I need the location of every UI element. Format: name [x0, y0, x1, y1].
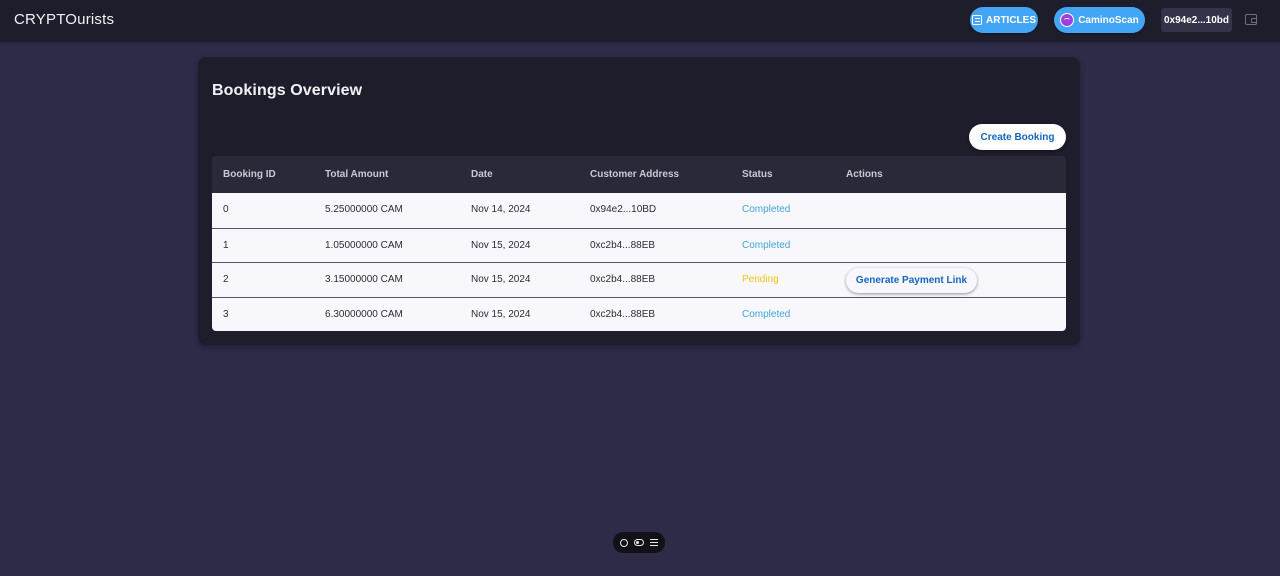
booking-id-cell: 2	[223, 274, 229, 285]
customer-address-cell: 0xc2b4...88EB	[590, 239, 656, 251]
articles-button[interactable]: ARTICLES	[970, 7, 1038, 33]
app-brand[interactable]: CRYPTOurists	[14, 11, 114, 28]
camino-logo-icon	[1060, 13, 1075, 27]
menu-icon[interactable]	[650, 539, 658, 546]
bookings-card: Bookings Overview Create Booking Booking…	[198, 57, 1080, 345]
date-cell: Nov 15, 2024	[471, 239, 531, 251]
table-row: 0 5.25000000 CAM Nov 14, 2024 0x94e2...1…	[212, 193, 1066, 228]
top-navbar: CRYPTOurists ARTICLES CaminoScan 0x94e2.…	[0, 0, 1280, 41]
status-badge: Completed	[742, 308, 791, 320]
table-row: 3 6.30000000 CAM Nov 15, 2024 0xc2b4...8…	[212, 296, 1066, 331]
page-title: Bookings Overview	[212, 82, 363, 99]
total-amount-cell: 6.30000000 CAM	[325, 308, 403, 320]
customer-address-cell: 0xc2b4...88EB	[590, 308, 656, 320]
column-header-customer-address: Customer Address	[590, 169, 680, 180]
table-row: 2 3.15000000 CAM Nov 15, 2024 0xc2b4...8…	[212, 262, 1066, 297]
create-booking-button[interactable]: Create Booking	[969, 124, 1066, 150]
column-header-actions: Actions	[846, 169, 883, 180]
customer-address-cell: 0x94e2...10BD	[590, 204, 657, 215]
floating-toolbar	[613, 532, 665, 553]
wallet-address-button[interactable]: 0x94e2...10bd	[1161, 8, 1232, 32]
articles-label: ARTICLES	[986, 14, 1036, 26]
column-header-booking-id: Booking ID	[223, 169, 276, 180]
booking-id-cell: 1	[223, 239, 229, 251]
status-badge: Completed	[742, 239, 791, 251]
caminoscan-label: CaminoScan	[1078, 14, 1139, 26]
caminoscan-button[interactable]: CaminoScan	[1054, 7, 1145, 33]
wallet-icon[interactable]	[1245, 14, 1257, 25]
total-amount-cell: 3.15000000 CAM	[325, 274, 403, 285]
date-cell: Nov 15, 2024	[471, 274, 531, 285]
customer-address-cell: 0xc2b4...88EB	[590, 274, 656, 285]
column-header-date: Date	[471, 169, 493, 180]
column-header-total-amount: Total Amount	[325, 169, 389, 180]
column-header-status: Status	[742, 169, 773, 180]
generate-payment-link-button[interactable]: Generate Payment Link	[846, 268, 977, 293]
chat-icon[interactable]	[620, 538, 628, 547]
booking-id-cell: 0	[223, 204, 229, 215]
toggle-icon[interactable]	[634, 539, 644, 546]
total-amount-cell: 1.05000000 CAM	[325, 239, 403, 251]
date-cell: Nov 15, 2024	[471, 308, 531, 320]
newspaper-icon	[972, 15, 982, 25]
table-header: Booking ID Total Amount Date Customer Ad…	[212, 156, 1066, 193]
booking-id-cell: 3	[223, 308, 229, 320]
date-cell: Nov 14, 2024	[471, 204, 531, 215]
total-amount-cell: 5.25000000 CAM	[325, 204, 403, 215]
status-badge: Pending	[742, 274, 779, 285]
bookings-table: Booking ID Total Amount Date Customer Ad…	[212, 156, 1066, 331]
table-row: 1 1.05000000 CAM Nov 15, 2024 0xc2b4...8…	[212, 227, 1066, 262]
status-badge: Completed	[742, 204, 791, 215]
table-body: 0 5.25000000 CAM Nov 14, 2024 0x94e2...1…	[212, 193, 1066, 331]
